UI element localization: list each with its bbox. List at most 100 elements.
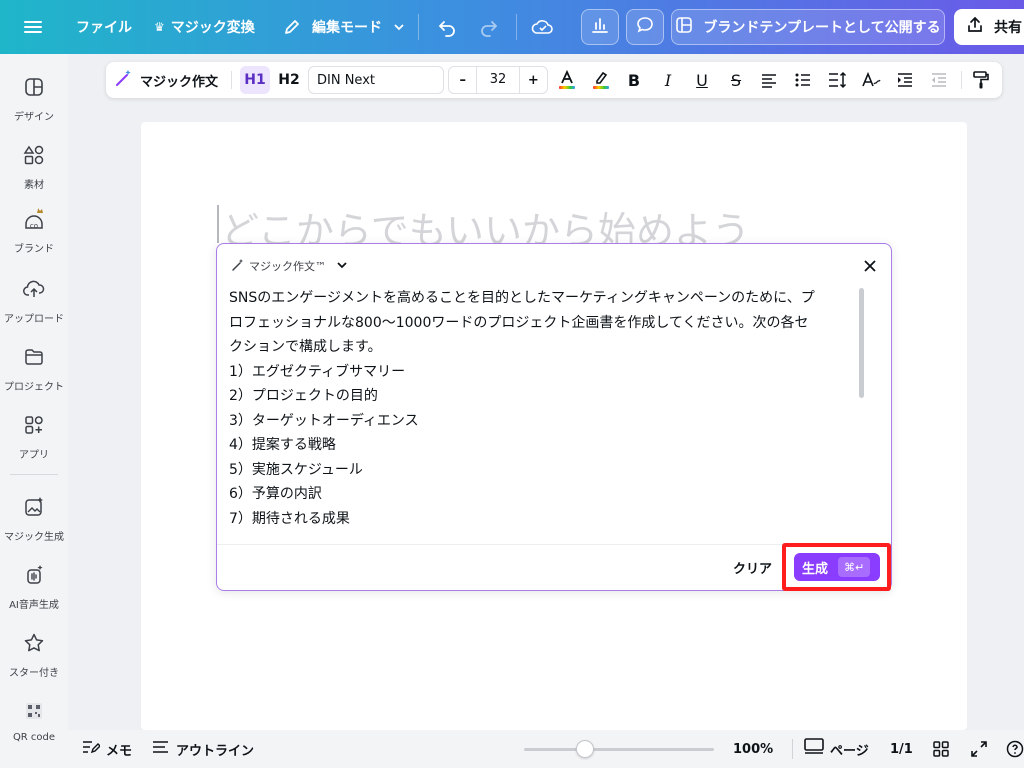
cloud-saved-icon[interactable]	[531, 0, 555, 54]
sidebar-item-starred[interactable]: スター付き	[0, 632, 68, 679]
magic-convert-label: マジック変換	[170, 20, 255, 36]
sidebar-item-label: プロジェクト	[4, 382, 64, 393]
paint-roller-icon[interactable]	[970, 62, 992, 98]
sidebar-item-uploads[interactable]: アップロード	[0, 278, 68, 325]
sidebar-item-projects[interactable]: プロジェクト	[0, 346, 68, 393]
font-size-increase-button[interactable]: +	[520, 73, 547, 88]
prompt-line: SNSのエンゲージメントを高めることを目的としたマーケティングキャンペーンのため…	[229, 290, 815, 306]
font-size-decrease-button[interactable]: –	[449, 73, 476, 88]
share-button[interactable]: 共有	[954, 9, 1024, 45]
prompt-textarea[interactable]: SNSのエンゲージメントを高めることを目的としたマーケティングキャンペーンのため…	[229, 286, 859, 532]
clear-button[interactable]: クリア	[733, 555, 772, 579]
chevron-down-icon	[392, 20, 406, 34]
prompt-line: 5）実施スケジュール	[229, 461, 363, 478]
sidebar-item-brand[interactable]: co ブランド	[0, 206, 68, 255]
italic-icon[interactable]: I	[658, 62, 678, 98]
prompt-line: 3）ターゲットオーディエンス	[229, 412, 419, 429]
sidebar-item-label: アップロード	[4, 314, 64, 325]
bar-chart-icon	[590, 15, 610, 39]
page-count[interactable]: 1/1	[890, 730, 913, 768]
magic-write-dropdown[interactable]: マジック作文™	[231, 256, 348, 276]
align-left-icon[interactable]	[758, 62, 780, 98]
file-menu[interactable]: ファイル	[76, 0, 132, 54]
zoom-level[interactable]: 100%	[733, 730, 773, 768]
elements-icon	[23, 144, 45, 170]
bullet-list-icon[interactable]	[792, 62, 814, 98]
zoom-slider-track[interactable]	[524, 748, 714, 751]
bold-icon[interactable]: B	[624, 62, 644, 98]
close-icon[interactable]	[861, 257, 879, 275]
pencil-icon	[282, 17, 302, 37]
sidebar-item-ai-voice[interactable]: AI音声生成	[0, 564, 68, 611]
undo-icon[interactable]	[436, 0, 458, 54]
text-effects-icon[interactable]	[860, 62, 882, 98]
line-spacing-icon[interactable]	[826, 62, 848, 98]
upload-icon	[22, 278, 46, 304]
sidebar-item-magic-media[interactable]: マジック生成	[0, 496, 68, 543]
sidebar: デザイン 素材 co ブランド アップロード プロジェクト アプリ マジック生成…	[0, 54, 68, 768]
h2-label: H2	[278, 72, 300, 88]
generate-button[interactable]: 生成 ⌘↵	[794, 553, 880, 581]
svg-text:co: co	[30, 222, 38, 230]
strikethrough-icon[interactable]: S	[726, 62, 746, 98]
h1-label: H1	[244, 72, 266, 88]
divider	[961, 71, 962, 89]
share-label: 共有	[994, 20, 1022, 36]
indent-increase-icon[interactable]	[894, 62, 916, 98]
crown-icon: ♛	[154, 20, 165, 34]
menu-icon[interactable]	[22, 0, 44, 54]
divider	[418, 14, 419, 40]
prompt-line: 4）提案する戦略	[229, 437, 336, 453]
magic-write-button[interactable]: マジック作文	[114, 62, 218, 98]
prompt-line: ロフェッショナルな800〜1000ワードのプロジェクト企画書を作成してください。…	[229, 314, 809, 331]
sidebar-item-label: マジック生成	[4, 532, 64, 543]
magic-wand-icon	[231, 258, 245, 275]
text-color-icon[interactable]	[556, 62, 578, 98]
template-icon	[675, 16, 693, 38]
insights-button[interactable]	[581, 9, 619, 45]
generate-label: 生成	[802, 561, 829, 577]
outline-button[interactable]: アウトライン	[152, 730, 254, 768]
font-family-select[interactable]: DIN Next	[308, 66, 444, 94]
ai-voice-icon	[23, 564, 45, 590]
sidebar-item-qr-code[interactable]: QR code	[0, 700, 68, 743]
grid-view-icon[interactable]	[932, 730, 950, 768]
fullscreen-icon[interactable]	[970, 730, 988, 768]
scrollbar[interactable]	[859, 288, 864, 398]
highlight-color-icon[interactable]	[590, 62, 612, 98]
redo-icon[interactable]	[478, 0, 500, 54]
sidebar-item-apps[interactable]: アプリ	[0, 414, 68, 461]
edit-mode-dropdown[interactable]: 編集モード	[282, 0, 406, 54]
notes-button[interactable]: メモ	[82, 730, 132, 768]
magic-wand-icon	[114, 68, 134, 92]
heading-2-button[interactable]: H2	[274, 62, 304, 98]
heading-1-button[interactable]: H1	[240, 66, 270, 94]
divider	[516, 14, 517, 40]
indent-decrease-icon[interactable]	[928, 62, 950, 98]
publish-brand-template-button[interactable]: ブランドテンプレートとして公開する	[671, 9, 945, 45]
shortcut-badge: ⌘↵	[838, 557, 871, 577]
help-icon[interactable]	[1006, 730, 1024, 768]
sidebar-item-design[interactable]: デザイン	[0, 76, 68, 123]
sidebar-item-elements[interactable]: 素材	[0, 144, 68, 191]
underline-icon[interactable]: U	[692, 62, 712, 98]
magic-write-label: マジック作文	[140, 74, 219, 90]
magic-convert-button[interactable]: ♛ マジック変換	[154, 0, 255, 54]
comments-button[interactable]	[626, 9, 664, 45]
comment-icon	[635, 15, 655, 39]
sidebar-item-label: QR code	[12, 732, 56, 743]
top-bar: ファイル ♛ マジック変換 編集モード ブランドテンプレートとして公開する 共有	[0, 0, 1024, 54]
apps-icon	[23, 414, 45, 440]
divider	[792, 739, 793, 759]
magic-write-title: マジック作文™	[249, 260, 326, 273]
pages-button[interactable]: ページ	[804, 730, 869, 768]
qr-code-icon	[23, 700, 45, 726]
sidebar-item-label: 素材	[24, 180, 44, 191]
sidebar-item-label: AI音声生成	[9, 600, 59, 611]
outline-label: アウトライン	[176, 743, 255, 759]
folder-icon	[23, 346, 45, 372]
zoom-slider-handle[interactable]	[575, 740, 594, 758]
bottom-bar: メモ アウトライン 100% ページ 1/1	[68, 730, 1024, 768]
prompt-line: 7）期待される成果	[229, 510, 350, 527]
font-size-input[interactable]: 32	[476, 67, 520, 93]
